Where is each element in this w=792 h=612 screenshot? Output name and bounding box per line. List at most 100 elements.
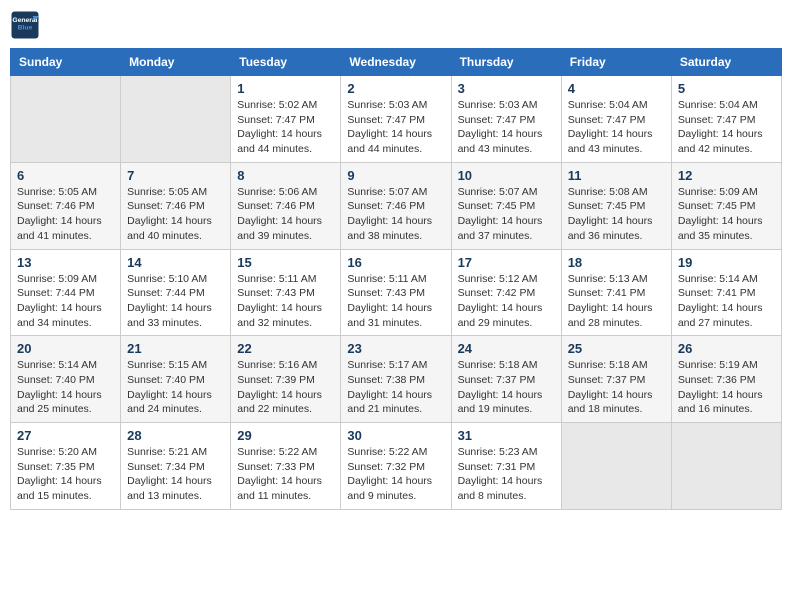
calendar-cell: 15 Sunrise: 5:11 AMSunset: 7:43 PMDayligh… xyxy=(231,249,341,336)
calendar-cell: 16 Sunrise: 5:11 AMSunset: 7:43 PMDayligh… xyxy=(341,249,451,336)
day-number: 24 xyxy=(458,341,555,356)
calendar-week-1: 1 Sunrise: 5:02 AMSunset: 7:47 PMDaylight… xyxy=(11,76,782,163)
cell-info: Sunrise: 5:08 AMSunset: 7:45 PMDaylight:… xyxy=(568,185,665,244)
cell-info: Sunrise: 5:15 AMSunset: 7:40 PMDaylight:… xyxy=(127,358,224,417)
weekday-header-sunday: Sunday xyxy=(11,49,121,76)
day-number: 16 xyxy=(347,255,444,270)
calendar-cell: 30 Sunrise: 5:22 AMSunset: 7:32 PMDayligh… xyxy=(341,423,451,510)
calendar-body: 1 Sunrise: 5:02 AMSunset: 7:47 PMDaylight… xyxy=(11,76,782,510)
calendar-week-4: 20 Sunrise: 5:14 AMSunset: 7:40 PMDayligh… xyxy=(11,336,782,423)
cell-info: Sunrise: 5:02 AMSunset: 7:47 PMDaylight:… xyxy=(237,98,334,157)
calendar-cell: 4 Sunrise: 5:04 AMSunset: 7:47 PMDaylight… xyxy=(561,76,671,163)
day-number: 31 xyxy=(458,428,555,443)
cell-info: Sunrise: 5:04 AMSunset: 7:47 PMDaylight:… xyxy=(568,98,665,157)
day-number: 26 xyxy=(678,341,775,356)
day-number: 4 xyxy=(568,81,665,96)
cell-info: Sunrise: 5:23 AMSunset: 7:31 PMDaylight:… xyxy=(458,445,555,504)
day-number: 27 xyxy=(17,428,114,443)
calendar-cell: 14Sunrise: 5:10 AMSunset: 7:44 PMDayligh… xyxy=(121,249,231,336)
calendar-cell: 19Sunrise: 5:14 AMSunset: 7:41 PMDayligh… xyxy=(671,249,781,336)
calendar-cell: 28 Sunrise: 5:21 AMSunset: 7:34 PMDayligh… xyxy=(121,423,231,510)
weekday-header-monday: Monday xyxy=(121,49,231,76)
svg-text:Blue: Blue xyxy=(18,25,33,32)
day-number: 20 xyxy=(17,341,114,356)
day-number: 9 xyxy=(347,168,444,183)
day-number: 21 xyxy=(127,341,224,356)
cell-info: Sunrise: 5:03 AMSunset: 7:47 PMDaylight:… xyxy=(347,98,444,157)
day-number: 6 xyxy=(17,168,114,183)
day-number: 13 xyxy=(17,255,114,270)
calendar-cell: 20 Sunrise: 5:14 AMSunset: 7:40 PMDayligh… xyxy=(11,336,121,423)
cell-info: Sunrise: 5:14 AMSunset: 7:40 PMDaylight:… xyxy=(17,358,114,417)
cell-info: Sunrise: 5:06 AMSunset: 7:46 PMDaylight:… xyxy=(237,185,334,244)
cell-info: Sunrise: 5:09 AMSunset: 7:44 PMDaylight:… xyxy=(17,272,114,331)
cell-info: Sunrise: 5:05 AMSunset: 7:46 PMDaylight:… xyxy=(17,185,114,244)
cell-info: Sunrise: 5:14 AMSunset: 7:41 PMDaylight:… xyxy=(678,272,775,331)
day-number: 7 xyxy=(127,168,224,183)
cell-info: Sunrise: 5:22 AMSunset: 7:32 PMDaylight:… xyxy=(347,445,444,504)
calendar-cell: 2 Sunrise: 5:03 AMSunset: 7:47 PMDaylight… xyxy=(341,76,451,163)
day-number: 11 xyxy=(568,168,665,183)
weekday-header-row: SundayMondayTuesdayWednesdayThursdayFrid… xyxy=(11,49,782,76)
day-number: 14 xyxy=(127,255,224,270)
cell-info: Sunrise: 5:04 AMSunset: 7:47 PMDaylight:… xyxy=(678,98,775,157)
cell-info: Sunrise: 5:13 AMSunset: 7:41 PMDaylight:… xyxy=(568,272,665,331)
day-number: 1 xyxy=(237,81,334,96)
cell-info: Sunrise: 5:22 AMSunset: 7:33 PMDaylight:… xyxy=(237,445,334,504)
weekday-header-thursday: Thursday xyxy=(451,49,561,76)
weekday-header-friday: Friday xyxy=(561,49,671,76)
day-number: 8 xyxy=(237,168,334,183)
calendar-cell: 10Sunrise: 5:07 AMSunset: 7:45 PMDayligh… xyxy=(451,162,561,249)
calendar-cell: 9 Sunrise: 5:07 AMSunset: 7:46 PMDaylight… xyxy=(341,162,451,249)
calendar-week-5: 27 Sunrise: 5:20 AMSunset: 7:35 PMDayligh… xyxy=(11,423,782,510)
day-number: 17 xyxy=(458,255,555,270)
cell-info: Sunrise: 5:12 AMSunset: 7:42 PMDaylight:… xyxy=(458,272,555,331)
day-number: 15 xyxy=(237,255,334,270)
calendar-cell: 24 Sunrise: 5:18 AMSunset: 7:37 PMDayligh… xyxy=(451,336,561,423)
cell-info: Sunrise: 5:07 AMSunset: 7:45 PMDaylight:… xyxy=(458,185,555,244)
cell-info: Sunrise: 5:21 AMSunset: 7:34 PMDaylight:… xyxy=(127,445,224,504)
cell-info: Sunrise: 5:11 AMSunset: 7:43 PMDaylight:… xyxy=(347,272,444,331)
calendar-cell: 7 Sunrise: 5:05 AMSunset: 7:46 PMDaylight… xyxy=(121,162,231,249)
calendar-cell: 21 Sunrise: 5:15 AMSunset: 7:40 PMDayligh… xyxy=(121,336,231,423)
cell-info: Sunrise: 5:16 AMSunset: 7:39 PMDaylight:… xyxy=(237,358,334,417)
calendar-cell: 6 Sunrise: 5:05 AMSunset: 7:46 PMDaylight… xyxy=(11,162,121,249)
calendar-cell: 23Sunrise: 5:17 AMSunset: 7:38 PMDayligh… xyxy=(341,336,451,423)
calendar-cell: 25 Sunrise: 5:18 AMSunset: 7:37 PMDayligh… xyxy=(561,336,671,423)
calendar-cell: 18Sunrise: 5:13 AMSunset: 7:41 PMDayligh… xyxy=(561,249,671,336)
day-number: 3 xyxy=(458,81,555,96)
calendar-cell: 8 Sunrise: 5:06 AMSunset: 7:46 PMDaylight… xyxy=(231,162,341,249)
day-number: 5 xyxy=(678,81,775,96)
calendar-cell: 3 Sunrise: 5:03 AMSunset: 7:47 PMDaylight… xyxy=(451,76,561,163)
calendar-week-3: 13 Sunrise: 5:09 AMSunset: 7:44 PMDayligh… xyxy=(11,249,782,336)
calendar-cell: 13 Sunrise: 5:09 AMSunset: 7:44 PMDayligh… xyxy=(11,249,121,336)
day-number: 2 xyxy=(347,81,444,96)
calendar-cell: 22Sunrise: 5:16 AMSunset: 7:39 PMDayligh… xyxy=(231,336,341,423)
calendar-table: SundayMondayTuesdayWednesdayThursdayFrid… xyxy=(10,48,782,510)
calendar-cell: 5 Sunrise: 5:04 AMSunset: 7:47 PMDaylight… xyxy=(671,76,781,163)
cell-info: Sunrise: 5:17 AMSunset: 7:38 PMDaylight:… xyxy=(347,358,444,417)
calendar-cell: 27 Sunrise: 5:20 AMSunset: 7:35 PMDayligh… xyxy=(11,423,121,510)
cell-info: Sunrise: 5:19 AMSunset: 7:36 PMDaylight:… xyxy=(678,358,775,417)
calendar-cell: 29Sunrise: 5:22 AMSunset: 7:33 PMDayligh… xyxy=(231,423,341,510)
cell-info: Sunrise: 5:09 AMSunset: 7:45 PMDaylight:… xyxy=(678,185,775,244)
cell-info: Sunrise: 5:20 AMSunset: 7:35 PMDaylight:… xyxy=(17,445,114,504)
day-number: 12 xyxy=(678,168,775,183)
day-number: 30 xyxy=(347,428,444,443)
cell-info: Sunrise: 5:07 AMSunset: 7:46 PMDaylight:… xyxy=(347,185,444,244)
day-number: 28 xyxy=(127,428,224,443)
calendar-cell xyxy=(11,76,121,163)
calendar-cell: 1 Sunrise: 5:02 AMSunset: 7:47 PMDaylight… xyxy=(231,76,341,163)
logo-icon: General Blue xyxy=(10,10,40,40)
cell-info: Sunrise: 5:11 AMSunset: 7:43 PMDaylight:… xyxy=(237,272,334,331)
calendar-cell: 11 Sunrise: 5:08 AMSunset: 7:45 PMDayligh… xyxy=(561,162,671,249)
day-number: 25 xyxy=(568,341,665,356)
calendar-cell: 17 Sunrise: 5:12 AMSunset: 7:42 PMDayligh… xyxy=(451,249,561,336)
cell-info: Sunrise: 5:03 AMSunset: 7:47 PMDaylight:… xyxy=(458,98,555,157)
cell-info: Sunrise: 5:05 AMSunset: 7:46 PMDaylight:… xyxy=(127,185,224,244)
calendar-cell: 31 Sunrise: 5:23 AMSunset: 7:31 PMDayligh… xyxy=(451,423,561,510)
calendar-cell xyxy=(671,423,781,510)
calendar-cell xyxy=(121,76,231,163)
cell-info: Sunrise: 5:18 AMSunset: 7:37 PMDaylight:… xyxy=(568,358,665,417)
cell-info: Sunrise: 5:18 AMSunset: 7:37 PMDaylight:… xyxy=(458,358,555,417)
